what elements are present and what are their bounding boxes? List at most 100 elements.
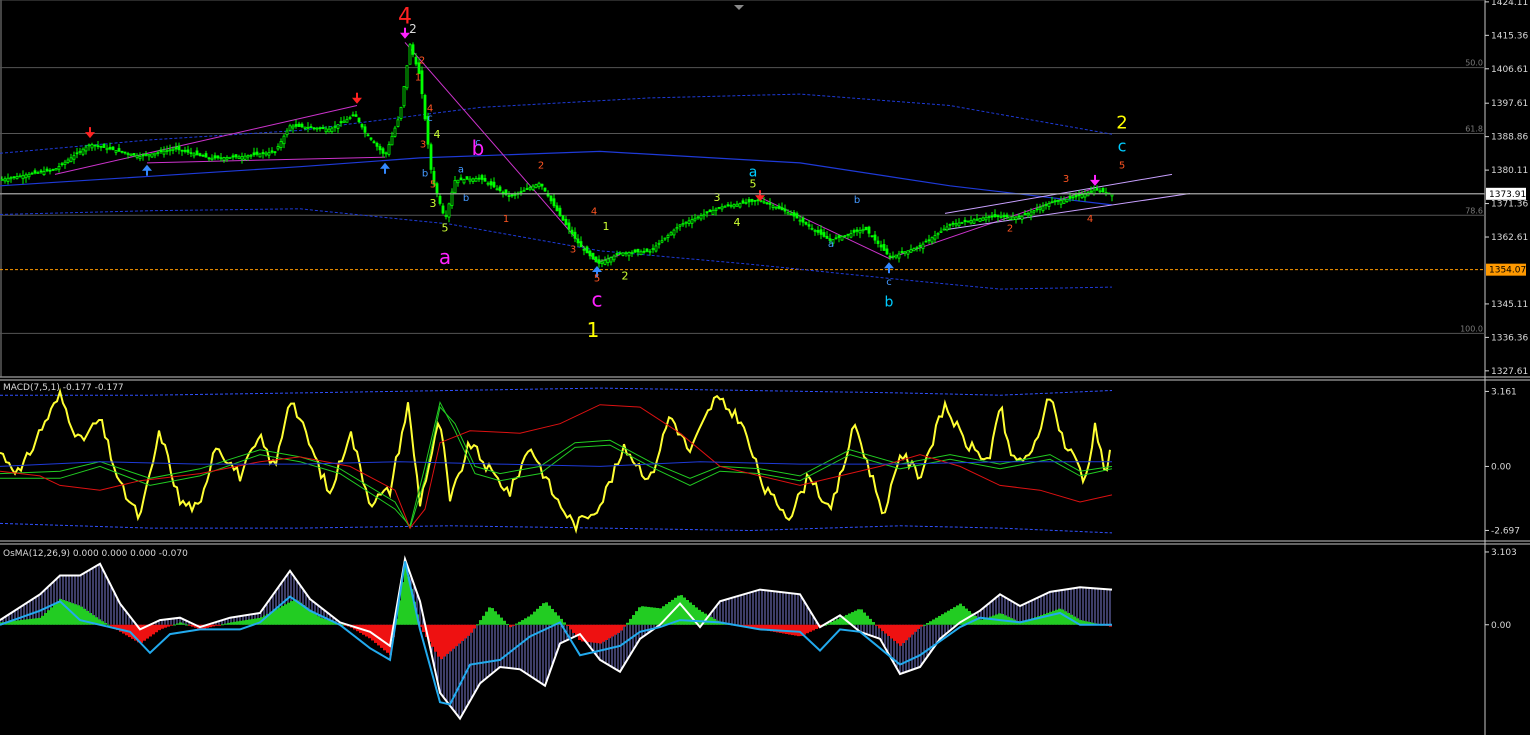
candle-body: [120, 150, 124, 153]
osma-histogram-bar: [593, 624, 596, 643]
candle-body: [534, 184, 538, 189]
osma-histogram-bar: [554, 612, 557, 625]
osma-histogram-bar: [602, 624, 605, 642]
candle-body: [54, 168, 58, 171]
osma-histogram-bar: [854, 610, 857, 625]
osma-histogram-bar: [440, 624, 443, 660]
candle-body: [414, 56, 418, 65]
osma-histogram-bar: [617, 624, 620, 633]
candle-body: [507, 195, 511, 197]
candle-body: [747, 199, 751, 203]
candle-body: [345, 118, 349, 123]
osma-histogram-bar: [803, 624, 806, 635]
osma-histogram-bar: [626, 622, 629, 625]
wave-label: 4: [427, 103, 433, 114]
osma-histogram-bar: [629, 618, 632, 625]
wave-label: 4: [591, 207, 597, 218]
candle-body: [1014, 216, 1018, 220]
osma-histogram-bar: [635, 611, 638, 625]
candle-body: [870, 235, 874, 238]
candle-body: [1035, 208, 1039, 211]
candle-body: [858, 229, 862, 234]
candle-body: [1071, 196, 1075, 199]
wave-label: 3: [570, 245, 576, 256]
osma-histogram-bar: [536, 608, 539, 625]
candle-body: [519, 191, 523, 194]
candle-body: [654, 245, 658, 252]
osma-histogram-bar: [380, 624, 383, 648]
candle-body: [354, 114, 358, 117]
osma-histogram-bar: [185, 624, 188, 626]
candle-body: [306, 126, 310, 129]
candle-body: [1098, 190, 1102, 193]
wave-label: 1: [503, 214, 509, 225]
candle-body: [696, 216, 700, 219]
osma-histogram-bar: [797, 624, 800, 637]
candle-body: [1089, 190, 1093, 193]
osma-histogram-bar: [890, 624, 893, 639]
candle-body: [489, 181, 493, 186]
candle-body: [993, 214, 997, 217]
candle-body: [564, 218, 568, 226]
candle-body: [360, 124, 364, 128]
candle-body: [141, 154, 145, 157]
price-tick-label: 1415.36: [1491, 31, 1528, 41]
osma-histogram-bar: [539, 605, 542, 625]
osma-tick-label: 3.103: [1491, 548, 1517, 558]
osma-histogram-bar: [68, 602, 71, 625]
candle-body: [1026, 213, 1030, 216]
candle-body: [912, 248, 916, 252]
candle-body: [483, 178, 487, 182]
wave-label: 5: [750, 178, 757, 191]
candle-body: [639, 251, 643, 256]
candle-body: [270, 150, 274, 153]
osma-histogram-bar: [173, 624, 176, 626]
price-tick-label: 1345.11: [1491, 300, 1528, 310]
candle-body: [582, 248, 586, 251]
candle-body: [315, 127, 319, 130]
candle-body: [615, 253, 619, 255]
osma-histogram-bar: [839, 617, 842, 625]
candle-body: [522, 189, 526, 192]
osma-histogram-bar: [878, 624, 881, 629]
candle-body: [777, 205, 781, 209]
candle-body: [309, 126, 313, 129]
osma-histogram-bar: [935, 617, 938, 625]
candle-body: [1065, 198, 1069, 202]
osma-histogram-bar: [221, 624, 224, 626]
candle-body: [243, 155, 247, 160]
osma-histogram-bar: [875, 624, 878, 626]
candle-body: [540, 183, 544, 187]
osma-histogram-bar: [311, 611, 314, 625]
candle-body: [786, 212, 790, 215]
osma-histogram-bar: [830, 621, 833, 625]
candle-body: [756, 199, 760, 202]
osma-histogram-bar: [500, 617, 503, 625]
candle-body: [789, 213, 793, 216]
osma-histogram-bar: [887, 624, 890, 637]
candle-body: [396, 119, 400, 127]
fib-level-label: 61.8: [1465, 124, 1483, 133]
candle-body: [249, 154, 253, 157]
candle-body: [453, 180, 457, 194]
candle-body: [1077, 193, 1081, 197]
candle-body: [1047, 203, 1051, 207]
candle-body: [63, 161, 67, 165]
osma-histogram-bar: [152, 624, 155, 635]
candle-body: [603, 260, 607, 265]
candle-body: [150, 153, 154, 158]
candle-body: [861, 228, 865, 232]
osma-histogram-bar: [566, 624, 569, 626]
candle-body: [555, 205, 559, 212]
candle-body: [576, 238, 580, 244]
candle-body: [222, 157, 226, 161]
candle-body: [822, 232, 826, 237]
osma-histogram-bar: [872, 622, 875, 625]
price-tick-label: 1380.11: [1491, 166, 1528, 176]
wave-label: a: [458, 164, 464, 175]
osma-title: OsMA(12,26,9) 0.000 0.000 0.000 -0.070: [3, 549, 188, 559]
candle-body: [987, 216, 991, 219]
candle-body: [660, 240, 664, 243]
candle-body: [921, 243, 925, 250]
osma-histogram-bar: [527, 616, 530, 625]
